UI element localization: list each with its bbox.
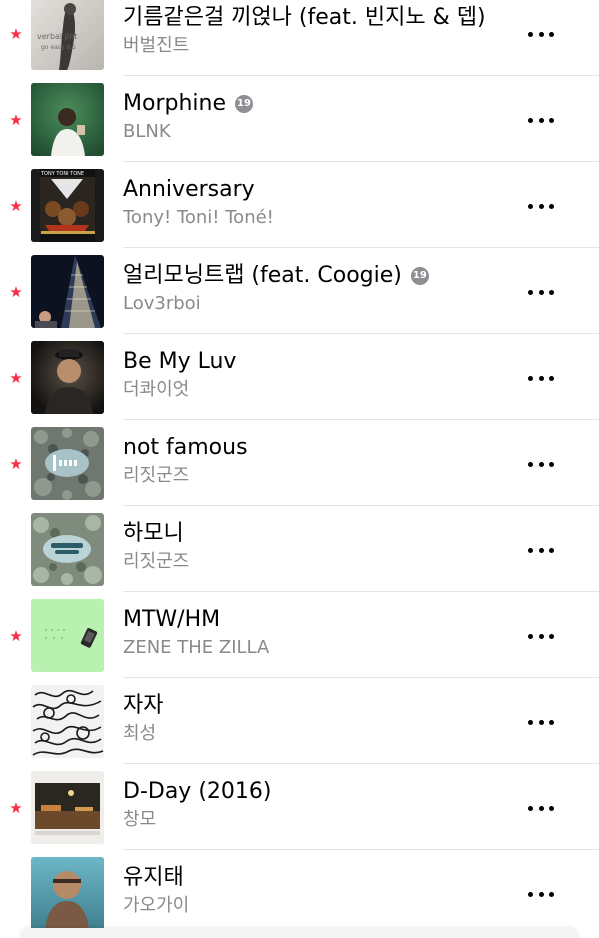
album-artwork[interactable] xyxy=(31,513,104,586)
favorite-star-icon: ★ xyxy=(9,25,23,43)
song-row[interactable]: 하모니 리짓군즈 xyxy=(0,506,599,592)
explicit-badge: 19 xyxy=(235,95,253,113)
song-artist: Tony! Toni! Toné! xyxy=(123,207,274,228)
more-options-icon[interactable] xyxy=(528,622,554,650)
album-artwork[interactable]: TONY TONI TONE xyxy=(31,169,104,242)
favorite-star-icon: ★ xyxy=(9,283,23,301)
art-text: verbal jint xyxy=(37,32,77,41)
song-artist: 버벌진트 xyxy=(123,35,190,56)
song-row[interactable]: ★ Morphine 19 BLNK xyxy=(0,76,599,162)
song-title: MTW/HM xyxy=(123,607,221,632)
art-subtext: go easy 0.5 xyxy=(41,44,76,51)
favorite-star-icon: ★ xyxy=(9,455,23,473)
explicit-badge: 19 xyxy=(410,267,429,285)
song-artist: 리짓군즈 xyxy=(123,465,190,486)
album-artwork[interactable] xyxy=(31,83,104,156)
song-artist: 최성 xyxy=(123,723,157,744)
song-title: 얼리모닝트랩 (feat. Coogie) 19 xyxy=(123,262,519,290)
song-row[interactable]: 자자 최성 xyxy=(0,678,599,764)
song-row[interactable]: ★ verbal jint go easy 0.5 기름같은걸 끼얹나 (fea… xyxy=(0,0,599,76)
more-options-icon[interactable] xyxy=(528,192,554,220)
more-options-icon[interactable] xyxy=(528,278,554,306)
song-row[interactable]: ★ 얼리모닝트랩 (feat. Coogie) 19 Lov3rboi xyxy=(0,248,599,334)
song-title: 자자 xyxy=(123,693,164,718)
more-options-icon[interactable] xyxy=(528,20,554,48)
favorite-star-icon: ★ xyxy=(9,111,23,129)
favorite-star-icon: ★ xyxy=(9,799,23,817)
song-row[interactable]: ★ Be My Luv 더콰이엇 xyxy=(0,334,599,420)
album-artwork[interactable] xyxy=(31,427,104,500)
song-row[interactable]: ★ not famous 리짓군즈 xyxy=(0,420,599,506)
more-options-icon[interactable] xyxy=(528,106,554,134)
more-options-icon[interactable] xyxy=(528,794,554,822)
song-title: Morphine 19 xyxy=(123,90,519,118)
album-artwork[interactable] xyxy=(31,255,104,328)
more-options-icon[interactable] xyxy=(528,880,554,908)
favorite-star-icon: ★ xyxy=(9,197,23,215)
song-title: 하모니 xyxy=(123,521,184,546)
song-title: D-Day (2016) xyxy=(123,779,272,804)
song-artist: 가오가이 xyxy=(123,895,190,916)
song-artist: 창모 xyxy=(123,809,157,830)
art-text: TONY TONI TONE xyxy=(40,171,84,177)
more-options-icon[interactable] xyxy=(528,708,554,736)
favorite-star-icon: ★ xyxy=(9,627,23,645)
song-row[interactable]: ★ TONY TONI TONE Anniversary Tony! Toni!… xyxy=(0,162,599,248)
song-row[interactable]: ★ MTW/HM ZENE THE ZILLA xyxy=(0,592,599,678)
song-artist: ZENE THE ZILLA xyxy=(123,637,270,658)
song-title: 기름같은걸 끼얹나 (feat. 빈지노 & 뎁) xyxy=(123,5,486,30)
album-artwork[interactable] xyxy=(31,857,104,930)
album-artwork[interactable] xyxy=(31,341,104,414)
album-artwork[interactable] xyxy=(31,771,104,844)
mini-player-edge xyxy=(20,928,579,938)
album-artwork[interactable] xyxy=(31,599,104,672)
song-title: Anniversary xyxy=(123,177,255,202)
song-artist: BLNK xyxy=(123,121,171,142)
album-artwork[interactable] xyxy=(31,685,104,758)
more-options-icon[interactable] xyxy=(528,364,554,392)
song-artist: 리짓군즈 xyxy=(123,551,190,572)
song-artist: 더콰이엇 xyxy=(123,379,190,400)
favorite-star-icon: ★ xyxy=(9,369,23,387)
song-row[interactable]: ★ D-Day (2016) 창모 xyxy=(0,764,599,850)
song-artist: Lov3rboi xyxy=(123,293,201,314)
song-title: 유지태 xyxy=(123,865,184,890)
more-options-icon[interactable] xyxy=(528,536,554,564)
song-title: Be My Luv xyxy=(123,349,237,374)
song-title: not famous xyxy=(123,435,248,460)
song-row[interactable]: 유지태 가오가이 xyxy=(0,850,599,936)
album-artwork[interactable]: verbal jint go easy 0.5 xyxy=(31,0,104,70)
song-list: ★ verbal jint go easy 0.5 기름같은걸 끼얹나 (fea… xyxy=(0,0,599,936)
more-options-icon[interactable] xyxy=(528,450,554,478)
